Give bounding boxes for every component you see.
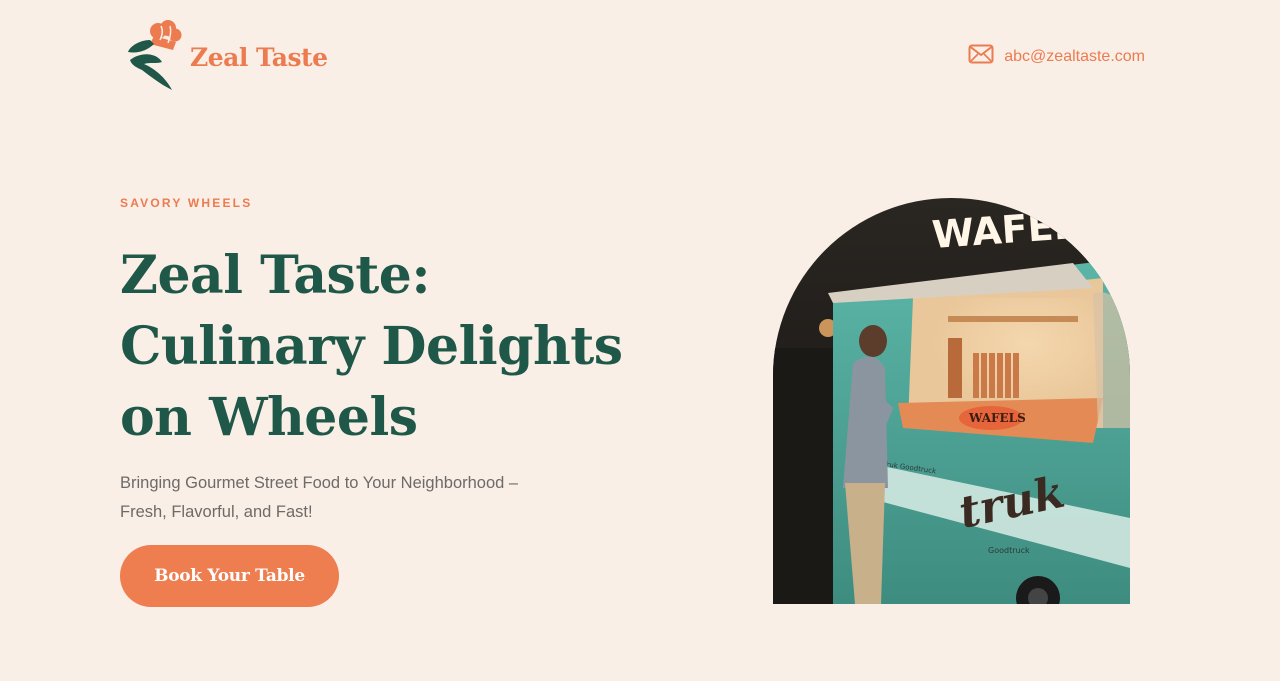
hero-subtitle: Bringing Gourmet Street Food to Your Nei… xyxy=(120,469,560,527)
food-truck-photo: WAFELS WAFELS Truk Goodtruck truk Goodtr… xyxy=(773,198,1130,604)
truck-small-text: Goodtruck xyxy=(988,546,1030,555)
contact-email-link[interactable]: abc@zealtaste.com xyxy=(968,44,1145,69)
mail-envelope-icon xyxy=(968,44,1004,69)
hero-eyebrow: SAVORY WHEELS xyxy=(120,196,253,210)
subtitle-line-2: Fresh, Flavorful, and Fast! xyxy=(120,503,313,521)
subtitle-line-1: Bringing Gourmet Street Food to Your Nei… xyxy=(120,474,519,492)
page: Zeal Taste abc@zealtaste.com SAVORY WHEE… xyxy=(0,0,1280,681)
brand-name: Zeal Taste xyxy=(190,42,328,72)
contact-email: abc@zealtaste.com xyxy=(1004,47,1145,65)
wafels-counter-text: WAFELS xyxy=(968,411,1026,425)
headline-line-2: Culinary Delights xyxy=(120,316,623,377)
chef-hat-leaf-logo-icon xyxy=(120,18,182,92)
brand-logo-link[interactable]: Zeal Taste xyxy=(120,18,328,92)
headline-line-1: Zeal Taste: xyxy=(120,245,431,306)
headline-line-3: on Wheels xyxy=(120,387,418,448)
hero-headline: Zeal Taste: Culinary Delights on Wheels xyxy=(120,240,680,453)
book-table-button[interactable]: Book Your Table xyxy=(120,545,339,607)
